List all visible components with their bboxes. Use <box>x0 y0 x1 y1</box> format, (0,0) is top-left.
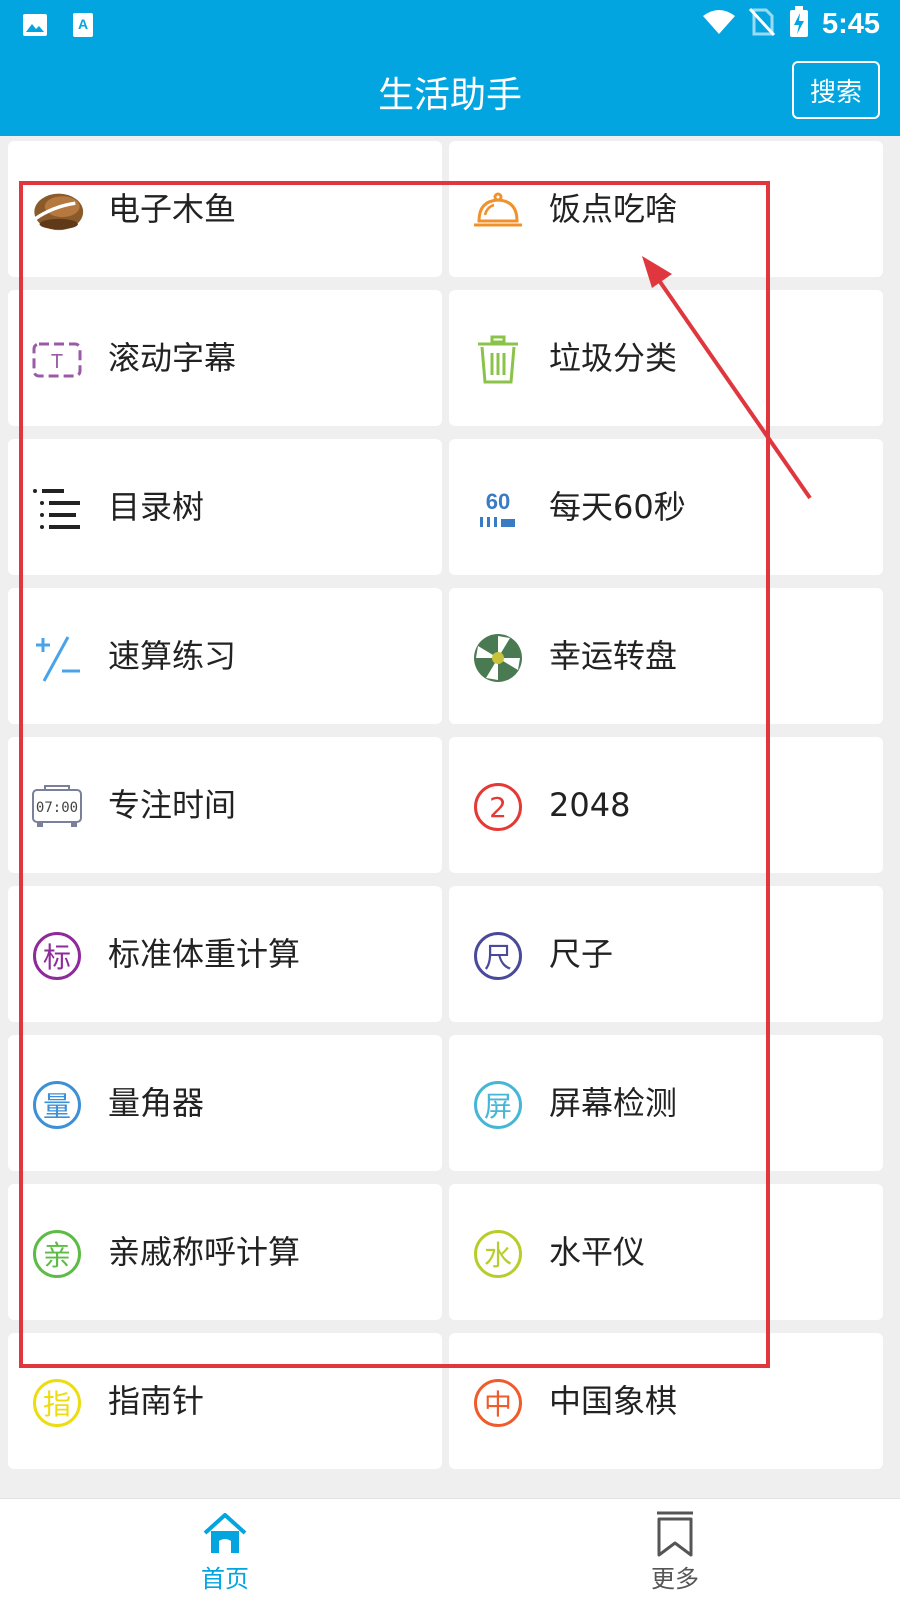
tool-label: 垃圾分类 <box>549 339 678 377</box>
tool-label: 标准体重计算 <box>108 935 301 973</box>
gallery-notification-icon <box>22 12 48 38</box>
keyboard-notification-icon: A <box>70 12 96 38</box>
svg-text:A: A <box>78 16 88 32</box>
tool-label: 滚动字幕 <box>108 339 237 377</box>
tool-label: 电子木鱼 <box>108 190 237 228</box>
tab-more[interactable]: 更多 <box>450 1499 900 1601</box>
circle-zhi-icon: 指 <box>30 1376 84 1430</box>
battery-charging-icon <box>788 6 810 42</box>
circle-liang-icon: 量 <box>30 1078 84 1132</box>
tool-label: 屏幕检测 <box>549 1084 678 1122</box>
circle-chi-icon: 尺 <box>471 929 525 983</box>
tool-card-quick-math[interactable]: 速算练习 <box>8 588 442 724</box>
tool-card-2048[interactable]: 2 2048 <box>449 737 883 873</box>
svg-text:07:00: 07:00 <box>36 800 78 816</box>
scrolling-text-icon: T <box>30 333 84 387</box>
tool-card-wooden-fish[interactable]: 电子木鱼 <box>8 141 442 277</box>
sixty-seconds-icon: 60 <box>471 482 525 536</box>
tool-label: 专注时间 <box>108 786 237 824</box>
tool-card-level[interactable]: 水 水平仪 <box>449 1184 883 1320</box>
tool-card-scrolling-text[interactable]: T 滚动字幕 <box>8 290 442 426</box>
tool-label: 尺子 <box>549 935 614 973</box>
bottom-nav: 首页 更多 <box>0 1498 900 1601</box>
circle-biao-icon: 标 <box>30 929 84 983</box>
circle-qin-icon: 亲 <box>30 1227 84 1281</box>
tab-more-label: 更多 <box>651 1565 699 1593</box>
tool-label: 每天60秒 <box>549 488 686 526</box>
wifi-icon <box>702 8 736 40</box>
tool-card-focus-time[interactable]: 07:00 专注时间 <box>8 737 442 873</box>
trash-can-icon <box>471 333 525 387</box>
tool-card-lucky-wheel[interactable]: 幸运转盘 <box>449 588 883 724</box>
tool-label: 幸运转盘 <box>549 637 678 675</box>
tool-label: 水平仪 <box>549 1233 646 1271</box>
tool-card-meal-picker[interactable]: 饭点吃啥 <box>449 141 883 277</box>
tool-label: 中国象棋 <box>549 1382 678 1420</box>
tool-label: 饭点吃啥 <box>549 190 678 228</box>
search-button[interactable]: 搜索 <box>792 61 880 119</box>
tool-label: 指南针 <box>108 1382 205 1420</box>
svg-text:60: 60 <box>486 489 510 514</box>
tool-card-directory-tree[interactable]: 目录树 <box>8 439 442 575</box>
tool-card-daily-60s[interactable]: 60 每天60秒 <box>449 439 883 575</box>
wooden-fish-icon <box>30 184 84 238</box>
app-bar: 生活助手 搜索 <box>0 50 900 136</box>
tool-card-compass[interactable]: 指 指南针 <box>8 1333 442 1469</box>
svg-text:T: T <box>51 351 63 373</box>
list-tree-icon <box>30 482 84 536</box>
tool-label: 速算练习 <box>108 637 237 675</box>
tab-home[interactable]: 首页 <box>0 1499 450 1601</box>
tool-label: 2048 <box>549 786 631 824</box>
tool-card-ruler[interactable]: 尺 尺子 <box>449 886 883 1022</box>
plus-minus-icon <box>30 631 84 685</box>
home-icon <box>203 1513 247 1553</box>
tool-card-chinese-chess[interactable]: 中 中国象棋 <box>449 1333 883 1469</box>
clock-icon: 07:00 <box>30 780 84 834</box>
tool-card-screen-test[interactable]: 屏 屏幕检测 <box>449 1035 883 1171</box>
tool-card-garbage-sort[interactable]: 垃圾分类 <box>449 290 883 426</box>
tool-card-relative-calc[interactable]: 亲 亲戚称呼计算 <box>8 1184 442 1320</box>
tool-label: 量角器 <box>108 1084 205 1122</box>
page-title: 生活助手 <box>377 75 522 116</box>
clock-time: 5:45 <box>821 7 880 40</box>
bookmark-icon <box>657 1511 693 1557</box>
tool-card-weight-calc[interactable]: 标 标准体重计算 <box>8 886 442 1022</box>
circle-zhong-icon: 中 <box>471 1376 525 1430</box>
dish-cloche-icon <box>471 184 525 238</box>
circle-ping-icon: 屏 <box>471 1078 525 1132</box>
tool-card-protractor[interactable]: 量 量角器 <box>8 1035 442 1171</box>
tool-label: 目录树 <box>108 488 205 526</box>
no-signal-icon <box>748 7 776 41</box>
status-bar: A 5:45 <box>0 0 900 50</box>
tools-grid: 电子木鱼 饭点吃啥 T 滚动字幕 垃圾分类 目录树 60 每天60秒 速算练习 … <box>0 136 900 1498</box>
tool-label: 亲戚称呼计算 <box>108 1233 301 1271</box>
tab-home-label: 首页 <box>201 1565 249 1593</box>
circle-shui-icon: 水 <box>471 1227 525 1281</box>
lucky-wheel-icon <box>471 631 525 685</box>
circle-2-icon: 2 <box>471 780 525 834</box>
